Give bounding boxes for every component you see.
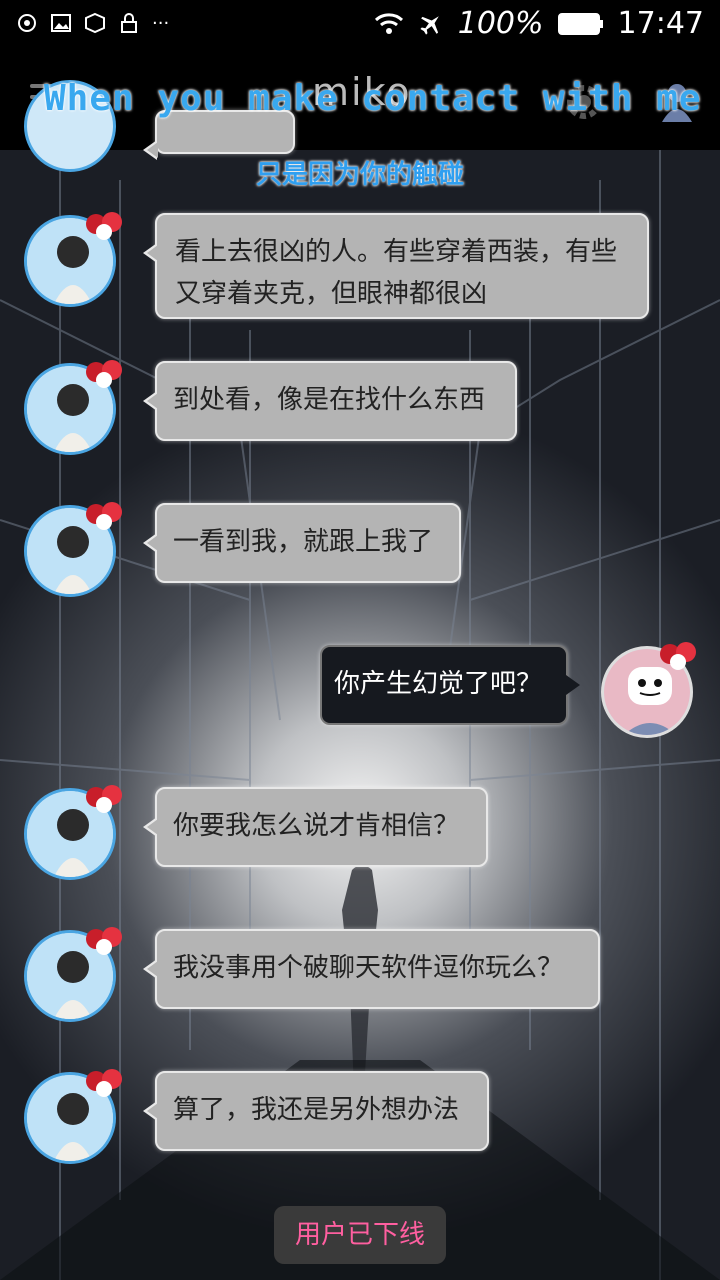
lyric-chinese: 只是因为你的触碰 [255,160,464,190]
offline-notice: 用户已下线 [274,1206,446,1264]
battery-percent: 100% [457,6,544,41]
lyric-english: When you make contact with me [44,78,702,119]
battery-icon [557,12,603,35]
sync-icon [18,14,36,32]
flower-decoration [86,1069,122,1097]
flower-decoration [86,927,122,955]
flower-decoration [86,360,122,388]
flower-decoration [660,642,696,670]
chat-bubble: 我没事用个破聊天软件逗你玩么？ [143,929,600,1009]
airplane-icon [420,15,439,35]
chat-bubble: 一看到我，就跟上我了 [143,503,461,583]
flower-decoration [86,212,122,240]
chat-bubble: 你要我怎么说才肯相信？ [143,787,488,867]
chat-bubble-outgoing: 你产生幻觉了吧？ [320,645,580,725]
more-notifications-icon: ··· [152,12,170,34]
package-icon [85,12,105,34]
flower-decoration [86,502,122,530]
flower-decoration [86,785,122,813]
wifi-icon [374,12,403,34]
chat-bubble: 算了，我还是另外想办法 [143,1071,489,1151]
chat-bubble: 看上去很凶的人。有些穿着西装，有些又穿着夹克，但眼神都很凶 [143,213,649,319]
clock: 17:47 [617,6,704,41]
lock-icon [121,13,137,33]
chat-bubble: 到处看，像是在找什么东西 [143,361,517,441]
gallery-icon [51,14,71,32]
status-bar: ··· 100% 17:47 [0,0,720,50]
